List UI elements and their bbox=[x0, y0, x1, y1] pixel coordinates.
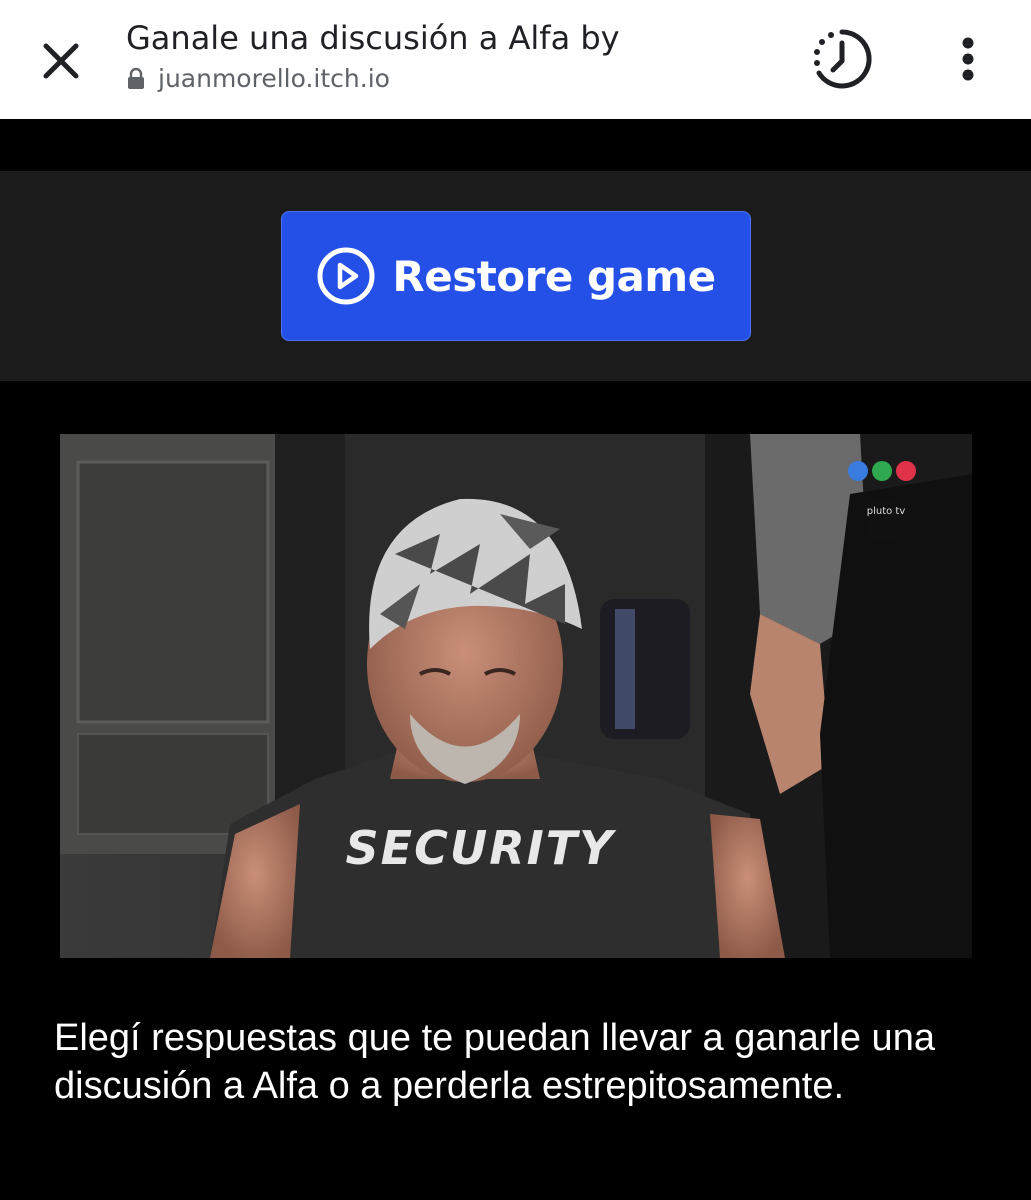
game-cover-image: pluto tv SECURITY bbox=[60, 434, 972, 958]
close-button[interactable] bbox=[28, 28, 94, 94]
channel-logo-text: pluto tv bbox=[867, 506, 906, 517]
restore-game-button[interactable]: Restore game bbox=[281, 211, 751, 341]
browser-toolbar: Ganale una discusión a Alfa by juanmorel… bbox=[0, 0, 1031, 119]
history-button[interactable] bbox=[800, 24, 884, 94]
more-vert-icon bbox=[962, 37, 974, 81]
shirt-text: SECURITY bbox=[346, 821, 618, 875]
close-icon bbox=[43, 43, 79, 79]
more-menu-button[interactable] bbox=[940, 24, 996, 94]
page-title: Ganale una discusión a Alfa by bbox=[126, 19, 620, 57]
restore-panel: Restore game bbox=[0, 171, 1031, 381]
title-area: Ganale una discusión a Alfa by juanmorel… bbox=[126, 16, 766, 96]
restore-game-label: Restore game bbox=[392, 251, 716, 301]
url-text: juanmorello.itch.io bbox=[158, 64, 390, 93]
url-row[interactable]: juanmorello.itch.io bbox=[126, 62, 766, 96]
play-circle-icon bbox=[317, 247, 375, 305]
game-description: Elegí respuestas que te puedan llevar a … bbox=[54, 1017, 935, 1107]
history-timer-icon bbox=[814, 29, 872, 89]
lock-icon bbox=[126, 65, 148, 93]
